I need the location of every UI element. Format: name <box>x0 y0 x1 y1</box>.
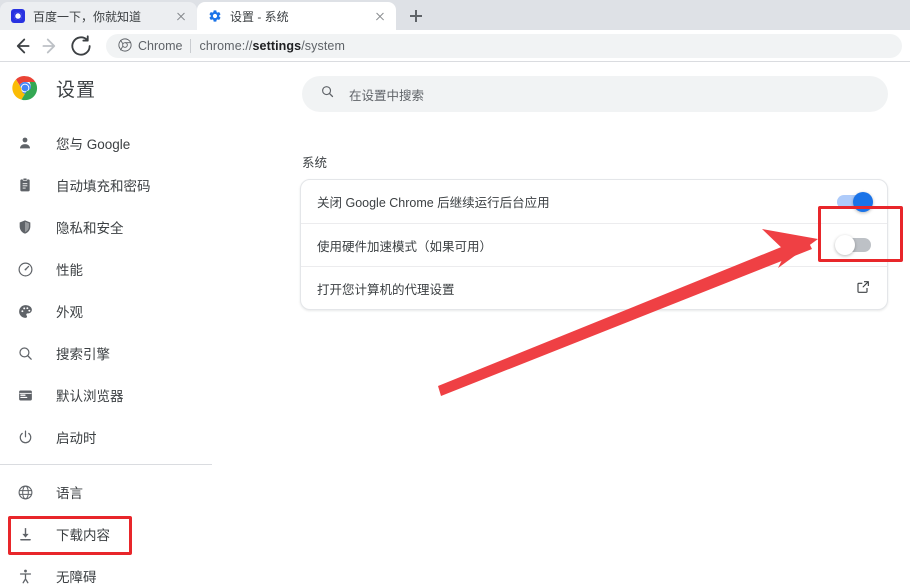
search-icon <box>320 84 335 104</box>
settings-main: 在设置中搜索 系统 关闭 Google Chrome 后继续运行后台应用 使用硬… <box>240 62 910 586</box>
sidebar-item-appearance[interactable]: 外观 <box>0 290 240 332</box>
sidebar-item-default-browser[interactable]: 默认浏览器 <box>0 374 240 416</box>
chrome-logo-icon <box>118 37 132 55</box>
sidebar-item-you-and-google[interactable]: 您与 Google <box>0 122 240 164</box>
row-hardware-acceleration[interactable]: 使用硬件加速模式（如果可用） <box>301 223 887 266</box>
sidebar-item-accessibility[interactable]: 无障碍 <box>0 555 240 586</box>
sidebar-item-label: 自动填充和密码 <box>56 179 151 194</box>
sidebar-item-label: 启动时 <box>56 431 97 446</box>
url-bold: settings <box>252 39 302 53</box>
tab-title: 百度一下，你就知道 <box>33 9 142 24</box>
tab-settings[interactable]: 设置 - 系统 <box>197 2 396 30</box>
sidebar-item-label: 外观 <box>56 305 83 320</box>
annotation-box-hardware-toggle <box>818 206 903 262</box>
search-icon <box>12 342 38 364</box>
address-bar[interactable]: Chrome chrome://settings/system <box>106 34 902 58</box>
chrome-chip: Chrome <box>118 37 183 55</box>
clipboard-icon <box>12 174 38 196</box>
url-prefix: chrome:// <box>199 39 253 53</box>
forward-icon[interactable] <box>38 33 64 59</box>
reload-icon[interactable] <box>68 33 94 59</box>
baidu-icon <box>11 9 25 23</box>
sidebar-item-label: 搜索引擎 <box>56 347 110 362</box>
section-title: 系统 <box>302 156 328 170</box>
row-label: 打开您计算机的代理设置 <box>317 282 455 297</box>
person-icon <box>12 132 38 154</box>
url-suffix: /system <box>301 39 345 53</box>
tab-title: 设置 - 系统 <box>230 9 289 24</box>
settings-brand: 设置 <box>0 62 240 114</box>
browser-toolbar: Chrome chrome://settings/system <box>0 30 910 62</box>
sidebar-item-privacy[interactable]: 隐私和安全 <box>0 206 240 248</box>
sidebar-item-label: 隐私和安全 <box>56 221 124 236</box>
row-label: 使用硬件加速模式（如果可用） <box>317 239 493 254</box>
omnibox-separator <box>190 39 192 53</box>
url-text: chrome://settings/system <box>199 39 345 53</box>
row-proxy-settings[interactable]: 打开您计算机的代理设置 <box>301 266 887 309</box>
close-icon[interactable] <box>372 8 388 24</box>
row-label: 关闭 Google Chrome 后继续运行后台应用 <box>317 196 550 210</box>
gear-icon <box>208 9 222 23</box>
chrome-chip-label: Chrome <box>138 39 183 53</box>
speedometer-icon <box>12 258 38 280</box>
settings-page: 设置 您与 Google 自动填充和密码 隐私和安全 性能 外观 搜索引擎 默认… <box>0 62 910 586</box>
sidebar-divider <box>0 464 212 465</box>
external-link-icon[interactable] <box>855 279 871 298</box>
browser-window: 百度一下，你就知道 设置 - 系统 Chrome chrome://settin… <box>0 0 910 586</box>
sidebar-item-performance[interactable]: 性能 <box>0 248 240 290</box>
sidebar-item-label: 您与 Google <box>56 137 131 152</box>
annotation-box-sidebar-system <box>8 516 132 555</box>
search-placeholder: 在设置中搜索 <box>349 88 425 103</box>
search-row: 在设置中搜索 <box>240 62 910 112</box>
sidebar-item-label: 语言 <box>56 486 83 501</box>
page-title: 设置 <box>56 79 97 101</box>
chrome-logo-icon <box>12 75 38 101</box>
new-tab-button[interactable] <box>402 2 430 30</box>
close-icon[interactable] <box>173 8 189 24</box>
tab-strip: 百度一下，你就知道 设置 - 系统 <box>0 0 910 30</box>
sidebar-item-label: 性能 <box>56 263 83 278</box>
globe-icon <box>12 481 38 503</box>
power-icon <box>12 426 38 448</box>
tab-baidu[interactable]: 百度一下，你就知道 <box>0 2 197 30</box>
settings-sidebar: 设置 您与 Google 自动填充和密码 隐私和安全 性能 外观 搜索引擎 默认… <box>0 62 240 586</box>
back-icon[interactable] <box>8 33 34 59</box>
shield-icon <box>12 216 38 238</box>
accessibility-icon <box>12 565 38 586</box>
sidebar-item-languages[interactable]: 语言 <box>0 471 240 513</box>
sidebar-item-on-startup[interactable]: 启动时 <box>0 416 240 458</box>
browser-window-icon <box>12 384 38 406</box>
sidebar-item-label: 默认浏览器 <box>56 389 124 404</box>
row-background-apps[interactable]: 关闭 Google Chrome 后继续运行后台应用 <box>301 180 887 223</box>
palette-icon <box>12 300 38 322</box>
sidebar-item-autofill[interactable]: 自动填充和密码 <box>0 164 240 206</box>
sidebar-item-search-engine[interactable]: 搜索引擎 <box>0 332 240 374</box>
sidebar-item-label: 无障碍 <box>56 570 97 585</box>
system-settings-card: 关闭 Google Chrome 后继续运行后台应用 使用硬件加速模式（如果可用… <box>300 179 888 310</box>
search-input[interactable]: 在设置中搜索 <box>302 76 888 112</box>
